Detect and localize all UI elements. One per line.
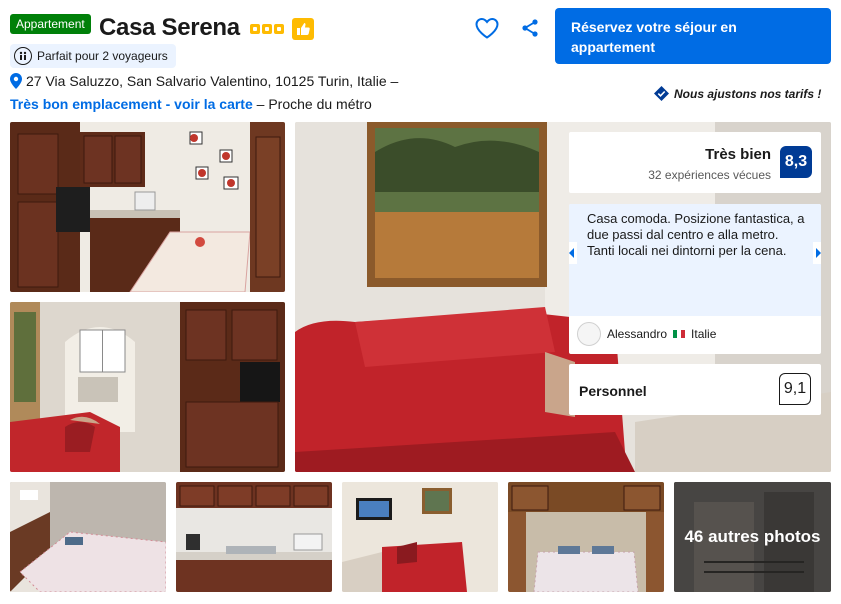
location-line: Très bon emplacement - voir la carte – P… bbox=[10, 96, 372, 112]
photo-living-room[interactable] bbox=[10, 302, 285, 472]
avatar bbox=[577, 322, 601, 346]
address: 27 Via Saluzzo, San Salvario Valentino, … bbox=[10, 73, 398, 89]
review-quote-card: Casa comoda. Posizione fantastica, a due… bbox=[569, 204, 821, 354]
reviewer-info: Alessandro Italie bbox=[577, 322, 716, 346]
star-icon bbox=[250, 24, 260, 34]
chevron-left-icon[interactable] bbox=[569, 242, 577, 264]
price-tag-check-icon bbox=[654, 86, 669, 101]
review-quote: Casa comoda. Posizione fantastica, a due… bbox=[587, 211, 805, 258]
chevron-right-icon[interactable] bbox=[813, 242, 821, 264]
italy-flag-icon bbox=[673, 330, 686, 338]
share-icon[interactable] bbox=[520, 18, 540, 38]
review-score-card[interactable]: Très bien 32 expériences vécues 8,3 bbox=[569, 132, 821, 193]
photo-kitchen[interactable] bbox=[10, 122, 285, 292]
star-icon bbox=[262, 24, 272, 34]
staff-label: Personnel bbox=[579, 383, 647, 399]
couple-icon bbox=[14, 47, 32, 65]
location-suffix: – Proche du métro bbox=[252, 96, 372, 112]
map-pin-icon bbox=[10, 73, 22, 89]
price-match-text: Nous ajustons nos tarifs ! bbox=[674, 86, 822, 101]
heart-icon[interactable] bbox=[474, 16, 500, 40]
travelers-badge: Parfait pour 2 voyageurs bbox=[10, 44, 176, 68]
score-word: Très bien bbox=[705, 146, 771, 163]
photo-kitchen-counter[interactable] bbox=[176, 482, 332, 592]
photo-bedroom[interactable] bbox=[10, 482, 166, 592]
staff-score-badge: 9,1 bbox=[779, 373, 811, 405]
travelers-label: Parfait pour 2 voyageurs bbox=[37, 49, 168, 63]
review-score-badge: 8,3 bbox=[780, 146, 812, 178]
reserve-button[interactable]: Réservez votre séjour en appartement bbox=[555, 8, 831, 64]
price-match-note: Nous ajustons nos tarifs ! bbox=[654, 86, 821, 101]
property-title: Casa Serena bbox=[99, 14, 240, 41]
star-icon bbox=[274, 24, 284, 34]
photo-living-tv[interactable] bbox=[342, 482, 498, 592]
reviewer-country: Italie bbox=[691, 327, 717, 341]
photo-bedroom-2[interactable] bbox=[508, 482, 664, 592]
photo-more[interactable]: 46 autres photos bbox=[674, 482, 831, 592]
show-map-link[interactable]: Très bon emplacement - voir la carte bbox=[10, 96, 253, 112]
address-text: 27 Via Saluzzo, San Salvario Valentino, … bbox=[26, 73, 399, 89]
property-type-badge: Appartement bbox=[10, 14, 91, 34]
quote-background: Casa comoda. Posizione fantastica, a due… bbox=[569, 204, 821, 316]
reviewer-name: Alessandro bbox=[607, 327, 668, 341]
star-rating bbox=[250, 24, 284, 34]
thumbs-up-icon[interactable] bbox=[292, 18, 314, 40]
review-count: 32 expériences vécues bbox=[648, 168, 771, 182]
staff-score-card: Personnel 9,1 bbox=[569, 364, 821, 415]
more-photos-label: 46 autres photos bbox=[674, 482, 831, 592]
